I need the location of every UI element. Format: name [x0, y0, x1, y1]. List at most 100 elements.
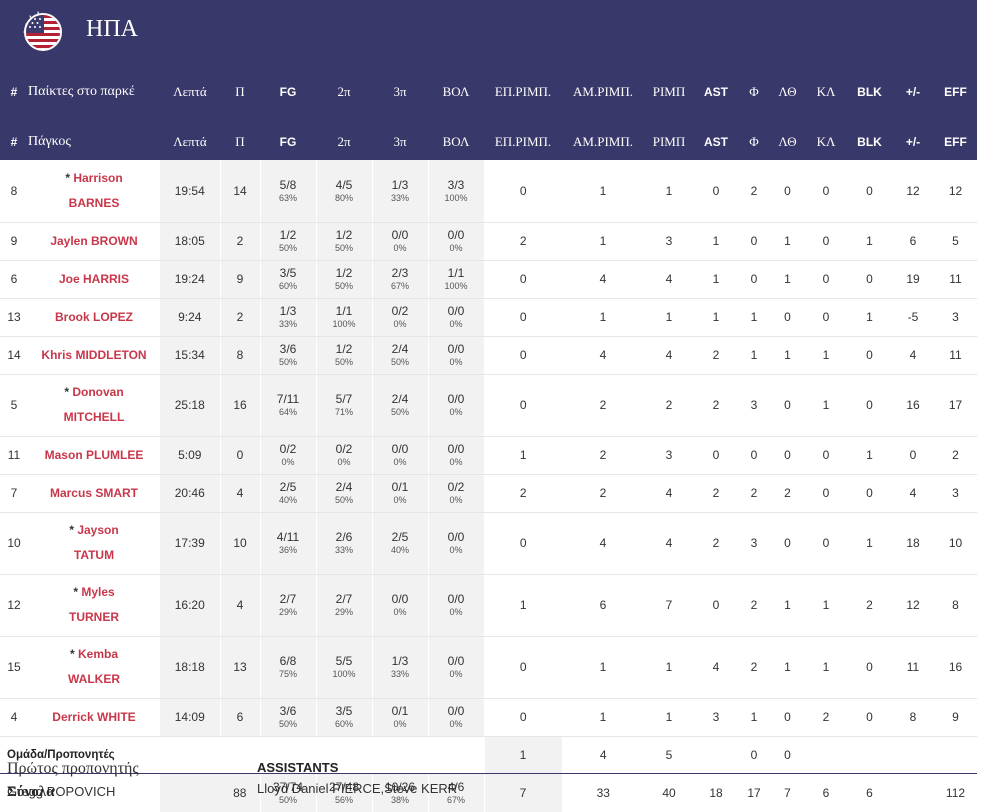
points: 2 — [220, 298, 261, 337]
fouls: 0 — [738, 436, 770, 475]
player-name-link[interactable]: * Jayson TATUM — [28, 512, 160, 575]
blocks: 1 — [847, 222, 892, 261]
player-row: 8 * Harrison BARNES 19:54 14 5/8 63% 4/5 80% 1/3… — [0, 160, 977, 223]
player-last-name[interactable]: WHITE — [97, 710, 136, 724]
totals-blk: 6 — [866, 785, 873, 800]
player-first-name[interactable]: Joe — [59, 272, 80, 286]
player-first-name[interactable]: Derrick — [52, 710, 93, 724]
player-name-link[interactable]: * Myles TURNER — [28, 574, 160, 637]
totals-to: 7 — [784, 785, 791, 800]
minutes: 19:24 — [160, 260, 221, 299]
free-throws: 0/0 0% — [428, 636, 485, 699]
player-last-name[interactable]: BARNES — [69, 196, 120, 210]
col-stl: ΚΛ — [805, 60, 847, 124]
steals: 0 — [805, 474, 847, 513]
turnovers: 1 — [770, 260, 805, 299]
offensive-rebounds: 0 — [484, 260, 562, 299]
fouls: 3 — [738, 512, 770, 575]
player-first-name[interactable]: Jaylen — [50, 234, 87, 248]
player-last-name[interactable]: BROWN — [91, 234, 138, 248]
player-name-link[interactable]: * Donovan MITCHELL — [28, 374, 160, 437]
col-stl: ΚΛ — [805, 124, 847, 160]
player-first-name[interactable]: Donovan — [72, 385, 123, 399]
player-name-link[interactable]: Derrick WHITE — [28, 698, 160, 737]
player-first-name[interactable]: Harrison — [73, 171, 122, 185]
two-pointers: 5/5 100% — [316, 636, 373, 699]
player-name-link[interactable]: Jaylen BROWN — [28, 222, 160, 261]
player-row: 6 Joe HARRIS 19:24 9 3/5 60% 1/2 50% 2/3 67% 1/1 10… — [0, 260, 977, 299]
steals: 2 — [805, 698, 847, 737]
summary-rows: Ομάδα/Προπονητές 1 4 5 0 0 Σύνολα 88 37/… — [0, 735, 977, 812]
player-last-name[interactable]: TATUM — [74, 548, 114, 562]
assists: 0 — [694, 436, 738, 475]
player-last-name[interactable]: MIDDLETON — [75, 348, 146, 362]
turnovers: 0 — [770, 512, 805, 575]
defensive-rebounds: 2 — [562, 374, 644, 437]
usa-flag-icon — [24, 13, 62, 51]
head-coach-label: Πρώτος προπονητής — [7, 760, 139, 777]
player-number: 7 — [0, 474, 28, 513]
minutes: 18:05 — [160, 222, 221, 261]
player-last-name[interactable]: SMART — [95, 486, 138, 500]
player-first-name[interactable]: Myles — [81, 585, 114, 599]
player-last-name[interactable]: TURNER — [69, 610, 119, 624]
col-reb: ΡΙΜΠ — [644, 124, 694, 160]
player-last-name[interactable]: MITCHELL — [64, 410, 125, 424]
player-first-name[interactable]: Kemba — [78, 647, 118, 661]
player-row: 13 Brook LOPEZ 9:24 2 1/3 33% 1/1 100% 0/2 0% 0/0 0… — [0, 298, 977, 337]
player-number: 15 — [0, 636, 28, 699]
minutes: 5:09 — [160, 436, 221, 475]
fouls: 2 — [738, 160, 770, 223]
col-minutes: Λεπτά — [160, 60, 220, 124]
player-first-name[interactable]: Khris — [41, 348, 72, 362]
rebounds: 3 — [644, 436, 694, 475]
head-coach-name: Gregg POPOVICH — [7, 784, 116, 799]
blocks: 1 — [847, 436, 892, 475]
rebounds: 1 — [644, 160, 694, 223]
offensive-rebounds: 0 — [484, 160, 562, 223]
player-name-link[interactable]: Brook LOPEZ — [28, 298, 160, 337]
points: 8 — [220, 336, 261, 375]
minutes: 25:18 — [160, 374, 221, 437]
player-number: 8 — [0, 160, 28, 223]
totals-pf: 17 — [747, 785, 761, 800]
player-name-link[interactable]: * Kemba WALKER — [28, 636, 160, 699]
col-pf: Φ — [738, 124, 770, 160]
plus-minus: 8 — [892, 698, 934, 737]
col-starters: Παίκτες στο παρκέ — [28, 60, 160, 124]
free-throws: 0/0 0% — [428, 298, 485, 337]
player-name-link[interactable]: Joe HARRIS — [28, 260, 160, 299]
assists: 2 — [694, 474, 738, 513]
player-first-name[interactable]: Brook — [55, 310, 90, 324]
player-last-name[interactable]: HARRIS — [83, 272, 129, 286]
steals: 0 — [805, 298, 847, 337]
col-three: 3π — [372, 60, 428, 124]
player-name-link[interactable]: Khris MIDDLETON — [28, 336, 160, 375]
assists: 3 — [694, 698, 738, 737]
field-goals: 1/2 50% — [260, 222, 317, 261]
blocks: 0 — [847, 474, 892, 513]
defensive-rebounds: 1 — [562, 698, 644, 737]
col-points: Π — [220, 124, 260, 160]
col-ft: ΒΟΛ — [428, 124, 484, 160]
player-first-name[interactable]: Mason — [45, 448, 83, 462]
offensive-rebounds: 0 — [484, 336, 562, 375]
player-name-link[interactable]: Marcus SMART — [28, 474, 160, 513]
col-ft: ΒΟΛ — [428, 60, 484, 124]
player-last-name[interactable]: WALKER — [68, 672, 120, 686]
player-name-link[interactable]: * Harrison BARNES — [28, 160, 160, 223]
steals: 0 — [805, 260, 847, 299]
assists: 1 — [694, 222, 738, 261]
team-oreb: 1 — [484, 735, 563, 774]
free-throws: 0/0 0% — [428, 436, 485, 475]
team-pf: 0 — [738, 735, 770, 774]
player-name-link[interactable]: Mason PLUMLEE — [28, 436, 160, 475]
col-two: 2π — [316, 124, 372, 160]
player-first-name[interactable]: Marcus — [50, 486, 92, 500]
player-first-name[interactable]: Jayson — [77, 523, 118, 537]
three-pointers: 1/3 33% — [372, 160, 429, 223]
player-last-name[interactable]: PLUMLEE — [86, 448, 143, 462]
player-last-name[interactable]: LOPEZ — [93, 310, 133, 324]
minutes: 15:34 — [160, 336, 221, 375]
team-name: ΗΠΑ — [86, 16, 138, 42]
